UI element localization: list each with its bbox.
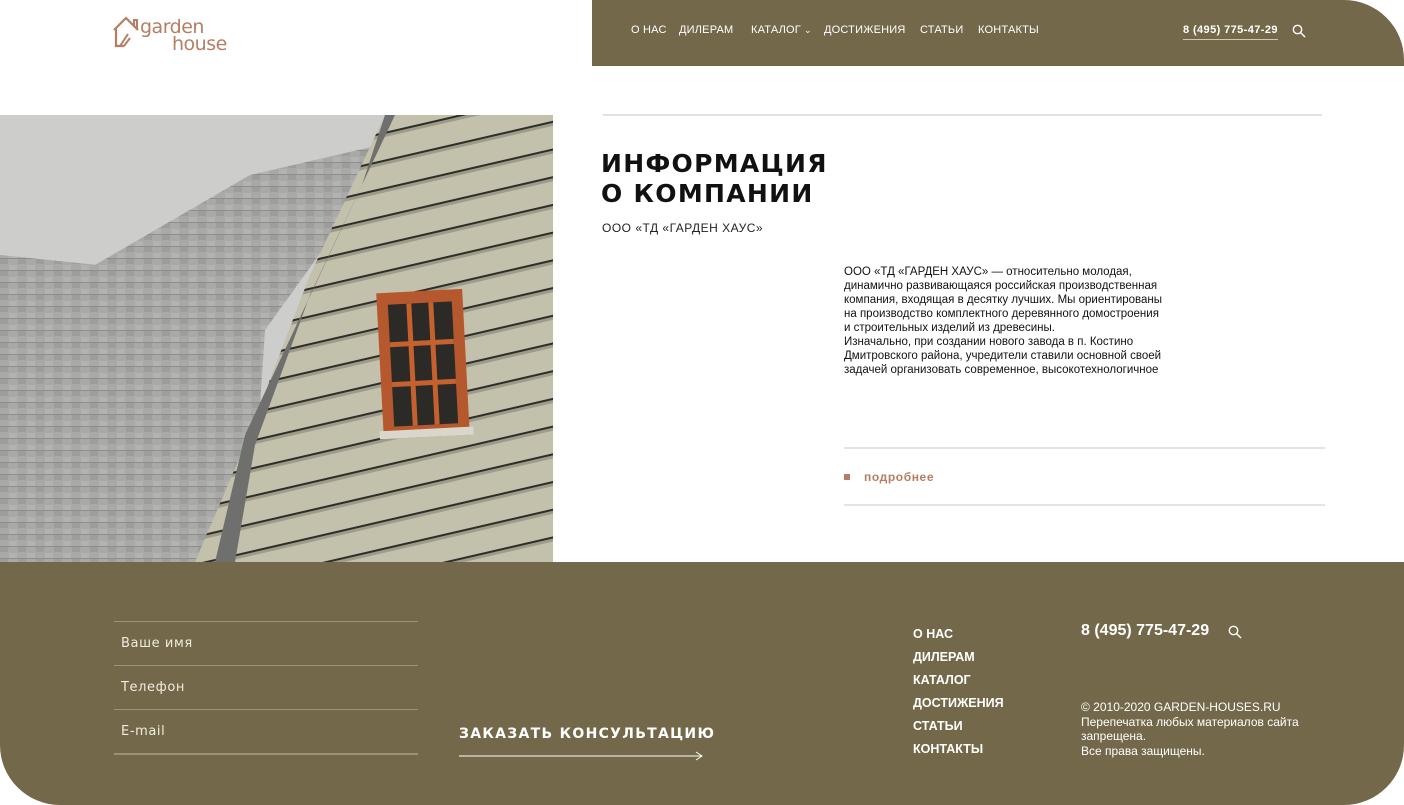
page-title-line1: ИНФОРМАЦИЯ bbox=[601, 149, 828, 178]
copyright-line-3: Все права защищены. bbox=[1081, 743, 1205, 758]
nav-item-catalog-label: КАТАЛОГ bbox=[751, 24, 801, 36]
copyright-line-1: © 2010-2020 GARDEN-HOUSES.RU bbox=[1081, 700, 1281, 714]
search-icon[interactable] bbox=[1292, 24, 1306, 38]
more-link[interactable]: подробнее bbox=[844, 470, 934, 484]
nav-item-catalog[interactable]: КАТАЛОГ ⌄ bbox=[751, 24, 812, 36]
nav-item-articles[interactable]: СТАТЬИ bbox=[920, 24, 963, 36]
footer-navigation: О НАС ДИЛЕРАМ КАТАЛОГ ДОСТИЖЕНИЯ СТАТЬИ … bbox=[913, 623, 1004, 761]
footer-nav-articles[interactable]: СТАТЬИ bbox=[913, 715, 1004, 738]
phone-field bbox=[114, 665, 418, 710]
description-paragraph-2: Изначально, при создании нового завода в… bbox=[844, 336, 1162, 376]
house-logo-icon bbox=[113, 16, 139, 48]
description-paragraph-1: ООО «ТД «ГАРДЕН ХАУС» — относительно мол… bbox=[844, 266, 1163, 334]
email-field bbox=[114, 709, 418, 754]
footer-nav-contacts[interactable]: КОНТАКТЫ bbox=[913, 738, 1004, 761]
company-name: ООО «ТД «ГАРДЕН ХАУС» bbox=[602, 221, 764, 235]
footer-nav-achievements[interactable]: ДОСТИЖЕНИЯ bbox=[913, 692, 1004, 715]
email-input[interactable] bbox=[114, 710, 418, 753]
divider bbox=[603, 114, 1322, 116]
divider bbox=[844, 447, 1325, 449]
phone-input[interactable] bbox=[114, 666, 418, 709]
footer: ЗАКАЗАТЬ КОНСУЛЬТАЦИЮ О НАС ДИЛЕРАМ КАТА… bbox=[0, 562, 1404, 805]
footer-nav-catalog[interactable]: КАТАЛОГ bbox=[913, 669, 1004, 692]
logo-text-house: house bbox=[172, 33, 227, 55]
divider bbox=[114, 753, 418, 755]
site-logo[interactable]: garden house bbox=[112, 16, 242, 56]
house-photo bbox=[0, 115, 553, 562]
arrow-right-icon bbox=[459, 751, 703, 761]
copyright-line-2: Перепечатка любых материалов сайта запре… bbox=[1081, 714, 1299, 744]
name-input[interactable] bbox=[114, 622, 418, 665]
footer-nav-dealers[interactable]: ДИЛЕРАМ bbox=[913, 646, 1004, 669]
nav-item-achievements[interactable]: ДОСТИЖЕНИЯ bbox=[824, 24, 906, 36]
nav-item-about[interactable]: О НАС bbox=[631, 24, 667, 36]
square-bullet-icon bbox=[844, 474, 850, 480]
order-consultation-label: ЗАКАЗАТЬ КОНСУЛЬТАЦИЮ bbox=[459, 726, 716, 742]
nav-item-dealers[interactable]: ДИЛЕРАМ bbox=[679, 24, 733, 36]
footer-nav-about[interactable]: О НАС bbox=[913, 623, 1004, 646]
more-link-label: подробнее bbox=[864, 470, 935, 484]
top-navigation: О НАС ДИЛЕРАМ КАТАЛОГ ⌄ ДОСТИЖЕНИЯ СТАТЬИ… bbox=[592, 0, 1404, 66]
search-icon[interactable] bbox=[1228, 625, 1242, 639]
name-field bbox=[114, 621, 418, 666]
copyright: © 2010-2020 GARDEN-HOUSES.RU Перепечатка… bbox=[1081, 700, 1321, 758]
divider bbox=[844, 504, 1325, 506]
footer-phone-link[interactable]: 8 (495) 775-47-29 bbox=[1081, 622, 1209, 640]
chevron-down-icon: ⌄ bbox=[803, 25, 812, 35]
page-title-line2: О КОМПАНИИ bbox=[601, 179, 814, 208]
page-title: ИНФОРМАЦИЯ О КОМПАНИИ bbox=[601, 149, 901, 209]
header-phone-link[interactable]: 8 (495) 775-47-29 bbox=[1183, 24, 1278, 40]
page-frame: garden house О НАС ДИЛЕРАМ КАТАЛОГ ⌄ ДОСТ… bbox=[0, 0, 1404, 805]
order-consultation-button[interactable]: ЗАКАЗАТЬ КОНСУЛЬТАЦИЮ bbox=[459, 725, 716, 761]
nav-item-contacts[interactable]: КОНТАКТЫ bbox=[978, 24, 1039, 36]
company-description: ООО «ТД «ГАРДЕН ХАУС» — относительно мол… bbox=[844, 265, 1164, 377]
